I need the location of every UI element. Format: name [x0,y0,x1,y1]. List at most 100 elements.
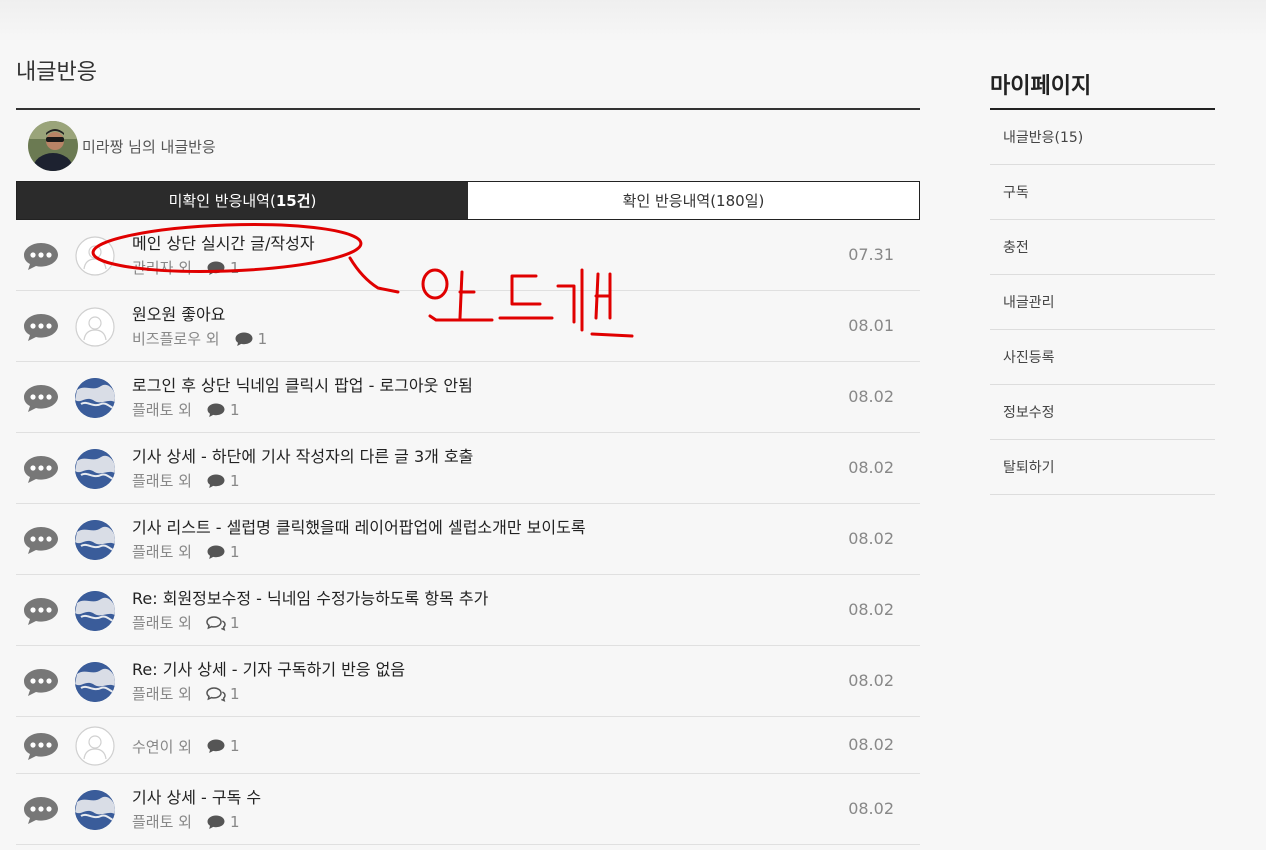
comment-count: 1 [229,542,240,561]
reaction-date: 07.31 [848,244,894,264]
reaction-date: 08.02 [848,670,894,690]
chat-bubble-icon [23,241,59,271]
reaction-tabs: 미확인 반응내역(15건) 확인 반응내역(180일) [16,181,920,220]
reaction-date: 08.02 [848,528,894,548]
chat-bubble-icon [23,795,59,825]
sidebar-item-my-posts[interactable]: 내글관리 [990,275,1215,330]
comment-count: 1 [229,613,240,632]
reaction-row[interactable]: 원오원 좋아요비즈플로우 외 1 08.01 [16,291,920,362]
tab-unchecked[interactable]: 미확인 반응내역(15건) [17,182,468,219]
reactor-name: 비즈플로우 외 [132,330,220,348]
sidebar-item-reactions[interactable]: 내글반응(15) [990,110,1215,165]
page-title: 내글반응 [16,60,97,85]
comment-icon [207,545,225,559]
chat-bubble-icon [23,596,59,626]
reaction-date: 08.02 [848,386,894,406]
reaction-row[interactable]: Re: 기사 상세 - 기자 구독하기 반응 없음플래토 외 1 08.02 [16,646,920,717]
reaction-row[interactable]: 메인 상단 실시간 글/작성자관리자 외 1 07.31 [16,220,920,291]
sidebar-item-photo-upload[interactable]: 사진등록 [990,330,1215,385]
post-title-link[interactable]: Re: 회원정보수정 - 닉네임 수정가능하도록 항목 추가 [132,585,488,609]
reactor-name: 플래토 외 [132,543,192,561]
comment-count: 1 [229,737,240,755]
reactor-avatar [75,590,115,631]
chat-bubble-icon [23,383,59,413]
reaction-row[interactable]: 기사 상세 - 하단에 기사 작성자의 다른 글 3개 호출 플래토 외 1 08.0… [16,433,920,504]
reaction-date: 08.01 [848,315,894,335]
reaction-date: 08.02 [848,734,894,754]
reactor-name: 수연이 외 [132,737,192,756]
comment-count: 1 [229,684,240,703]
reactor-avatar [75,789,115,830]
reaction-row[interactable]: 기사 상세 - 구독 수플래토 외 1 08.02 [16,774,920,845]
reactor-name: 플래토 외 [132,614,192,632]
reaction-row[interactable]: 수연이 외 1 08.02 [16,717,920,774]
reactor-name: 플래토 외 [132,401,192,419]
post-title-link[interactable]: 메인 상단 실시간 글/작성자 [132,230,315,254]
reactor-name: 플래토 외 [132,813,192,831]
comment-count: 1 [229,471,240,490]
comment-count: 1 [257,329,268,348]
comment-icon [207,261,225,275]
reaction-meta: 플래토 외 1 [132,541,240,562]
reactor-avatar [75,519,115,560]
reaction-row[interactable]: 로그인 후 상단 닉네임 클릭시 팝업 - 로그아웃 안됨플래토 외 1 08.02 [16,362,920,433]
comment-icon [235,332,253,346]
post-title-link[interactable]: 원오원 좋아요 [132,301,225,325]
comment-count: 1 [229,400,240,419]
user-line: 미라짱 님의 내글반응 [28,120,216,172]
reactor-avatar [75,661,115,702]
reactor-avatar [75,448,115,489]
reaction-meta: 플래토 외 1 [132,811,240,832]
reaction-date: 08.02 [848,599,894,619]
chat-bubble-icon [23,312,59,342]
reactor-avatar [75,377,115,418]
chat-bubble-icon [23,667,59,697]
sidebar-menu: 내글반응(15) 구독 충전 내글관리 사진등록 정보수정 탈퇴하기 [990,110,1215,495]
reaction-row[interactable]: 기사 리스트 - 셀럽명 클릭했을때 레이어팝업에 셀럽소개만 보이도록플래토 … [16,504,920,575]
reactor-avatar [75,725,115,766]
reaction-meta: 플래토 외 1 [132,470,240,491]
sidebar-title: 마이페이지 [990,74,1092,99]
top-bar [0,0,1266,42]
chat-bubble-icon [23,731,59,761]
reactor-avatar [75,235,115,276]
reaction-date: 08.02 [848,798,894,818]
post-title-link[interactable]: 기사 상세 - 구독 수 [132,784,261,808]
comment-icon [207,403,225,417]
comments-outline-icon [206,686,226,702]
comment-icon [207,815,225,829]
reaction-meta: 플래토 외 1 [132,683,240,704]
sidebar-item-edit-profile[interactable]: 정보수정 [990,385,1215,440]
reaction-meta: 비즈플로우 외 1 [132,328,267,349]
reaction-meta: 관리자 외 1 [132,257,240,278]
reactor-name: 관리자 외 [132,259,192,277]
post-title-link[interactable]: 로그인 후 상단 닉네임 클릭시 팝업 - 로그아웃 안됨 [132,372,473,396]
user-reaction-text: 미라짱 님의 내글반응 [82,137,216,156]
sidebar-item-charge[interactable]: 충전 [990,220,1215,275]
reaction-list: 메인 상단 실시간 글/작성자관리자 외 1 07.31 원오원 좋아요비즈플로우 외… [16,220,920,845]
comment-icon [207,474,225,488]
reactor-name: 플래토 외 [132,685,192,703]
comment-count: 1 [229,258,240,277]
reaction-row[interactable]: Re: 회원정보수정 - 닉네임 수정가능하도록 항목 추가플래토 외 1 08.0… [16,575,920,646]
reaction-meta: 플래토 외 1 [132,612,240,633]
comment-count: 1 [229,812,240,831]
tab-unchecked-count: 15건 [275,192,311,210]
post-title-link[interactable]: 기사 리스트 - 셀럽명 클릭했을때 레이어팝업에 셀럽소개만 보이도록 [132,514,586,538]
reactor-name: 플래토 외 [132,472,192,490]
title-divider [16,108,920,110]
sidebar-item-withdraw[interactable]: 탈퇴하기 [990,440,1215,495]
tab-unchecked-label: 미확인 반응내역( [168,192,276,210]
tab-checked[interactable]: 확인 반응내역(180일) [468,182,919,219]
comments-outline-icon [206,615,226,631]
reaction-meta: 수연이 외 1 [132,736,240,757]
post-title-link[interactable]: 기사 상세 - 하단에 기사 작성자의 다른 글 3개 호출 [132,443,473,467]
chat-bubble-icon [23,454,59,484]
tab-checked-label: 확인 반응내역(180일) [622,192,765,210]
user-avatar [28,121,78,171]
tab-unchecked-close: ) [310,191,317,210]
reactor-avatar [75,306,115,347]
reaction-meta: 플래토 외 1 [132,399,240,420]
post-title-link[interactable]: Re: 기사 상세 - 기자 구독하기 반응 없음 [132,656,405,680]
sidebar-item-subscribe[interactable]: 구독 [990,165,1215,220]
